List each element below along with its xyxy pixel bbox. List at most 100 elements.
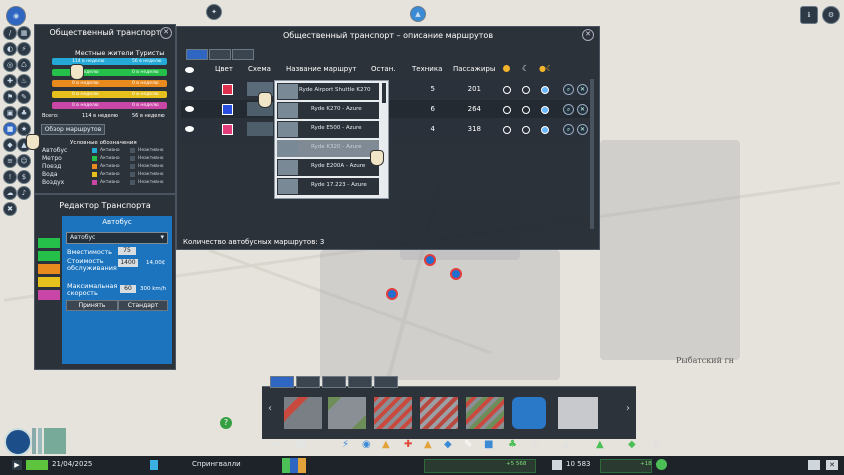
route-name-dropdown[interactable]: Ryde Airport Shuttle K270 Ryde K270 - Az…: [274, 80, 389, 199]
plaza-asset[interactable]: [558, 397, 598, 429]
info-icon[interactable]: ℹ: [800, 6, 818, 24]
editor-type-tab-train[interactable]: [38, 264, 60, 274]
road-asset[interactable]: [328, 397, 366, 429]
editor-type-tab-ship[interactable]: [38, 277, 60, 287]
water-tool-icon[interactable]: ◉: [362, 439, 371, 450]
tab-plane-lines[interactable]: [322, 376, 346, 388]
compass-icon[interactable]: ✦: [206, 4, 222, 20]
menu-icon[interactable]: ◉: [6, 6, 26, 26]
play-button[interactable]: ▶: [12, 460, 22, 470]
dropdown-item[interactable]: Ryde K270 - Azure: [277, 102, 379, 119]
close-icon[interactable]: ✕: [582, 29, 594, 41]
dropdown-scrollbar[interactable]: [382, 83, 386, 103]
traffic-icon[interactable]: ≡: [3, 154, 17, 168]
night-radio[interactable]: [541, 126, 549, 134]
dropdown-item[interactable]: Ryde E200A - Azure: [277, 159, 379, 176]
standard-button[interactable]: Стандарт: [118, 300, 168, 311]
eye-icon[interactable]: [185, 86, 194, 92]
delete-icon[interactable]: ✕: [577, 124, 588, 135]
road-tool-icon[interactable]: ⌁: [274, 439, 280, 450]
park-tool-icon[interactable]: ♣: [508, 439, 517, 450]
gear-icon[interactable]: ⚙: [822, 6, 840, 24]
road-asset[interactable]: [284, 397, 322, 429]
delete-icon[interactable]: ✕: [577, 104, 588, 115]
speed-field[interactable]: 60: [120, 285, 136, 293]
bus-stop-marker[interactable]: [424, 254, 436, 266]
dropdown-item[interactable]: Ryde E500 - Azure: [277, 121, 379, 138]
road-asset[interactable]: [466, 397, 504, 429]
tab-train-lines[interactable]: [296, 376, 320, 388]
bus-station-asset[interactable]: [512, 397, 546, 429]
bulldoze-icon[interactable]: ✖: [3, 202, 17, 216]
water-icon[interactable]: ◎: [3, 58, 17, 72]
road-asset[interactable]: [420, 397, 458, 429]
eye-icon[interactable]: [185, 67, 194, 73]
transport-tool-icon[interactable]: ■: [484, 439, 493, 450]
day-radio[interactable]: [522, 86, 530, 94]
vehicle-type-select[interactable]: Автобус ▾: [66, 232, 168, 244]
tab-bus[interactable]: [186, 49, 208, 60]
day-night-radio[interactable]: [503, 126, 511, 134]
help-icon[interactable]: ?: [220, 417, 232, 429]
tab-bus-lines[interactable]: [270, 376, 294, 388]
night-radio[interactable]: [541, 86, 549, 94]
route-color-swatch[interactable]: [222, 104, 233, 115]
editor-type-tab-metro[interactable]: [38, 251, 60, 261]
eraser-tool-icon[interactable]: ◆: [628, 439, 636, 450]
police-tool-icon[interactable]: ◆: [444, 439, 452, 450]
tab-train[interactable]: [209, 49, 231, 60]
tab-plane[interactable]: [232, 49, 254, 60]
search-icon[interactable]: ⌕: [563, 84, 574, 95]
health-tool-icon[interactable]: ✚: [404, 439, 412, 450]
unique-tool-icon[interactable]: ♛: [530, 439, 539, 450]
fire-icon[interactable]: ♨: [17, 74, 31, 88]
garbage-tool-icon[interactable]: ▲: [382, 439, 390, 450]
landscape-tool-icon[interactable]: ▲: [596, 439, 604, 450]
bus-stop-marker[interactable]: [386, 288, 398, 300]
cost-field[interactable]: 1400: [118, 259, 138, 267]
eye-icon[interactable]: [185, 106, 194, 112]
speed-bar[interactable]: [26, 460, 48, 470]
day-night-radio[interactable]: [503, 106, 511, 114]
chevron-left-icon[interactable]: ‹: [268, 403, 272, 414]
scrollbar[interactable]: [590, 79, 594, 229]
noise-icon[interactable]: ♪: [17, 186, 31, 200]
transport-icon[interactable]: ▣: [3, 106, 17, 120]
bus-stop-marker[interactable]: [450, 268, 462, 280]
monument-tool-icon[interactable]: ▲: [562, 439, 570, 450]
close-icon[interactable]: ✕: [826, 460, 838, 470]
tab-cargo-lines[interactable]: [374, 376, 398, 388]
close-icon[interactable]: ✕: [160, 27, 172, 39]
dropdown-item[interactable]: Ryde Airport Shuttle K270: [277, 83, 379, 100]
search-icon[interactable]: ⌕: [563, 124, 574, 135]
police-icon[interactable]: ⚑: [3, 90, 17, 104]
park-icon[interactable]: ♣: [17, 106, 31, 120]
electricity-tool-icon[interactable]: ⚡: [342, 439, 349, 450]
capacity-field[interactable]: 75: [118, 247, 136, 255]
road-icon[interactable]: /: [3, 26, 17, 40]
chevron-right-icon[interactable]: ›: [626, 403, 630, 414]
search-icon[interactable]: ⌕: [563, 104, 574, 115]
education-icon[interactable]: ✎: [17, 90, 31, 104]
bus-icon[interactable]: ■: [3, 122, 17, 136]
night-radio[interactable]: [541, 106, 549, 114]
district-icon[interactable]: ◐: [3, 42, 17, 56]
tab-ship-lines[interactable]: [348, 376, 372, 388]
wonders-icon[interactable]: ◆: [3, 138, 17, 152]
crime-icon[interactable]: !: [3, 170, 17, 184]
day-night-radio[interactable]: [503, 86, 511, 94]
bird-icon[interactable]: ▲: [410, 6, 426, 22]
editor-type-tab-bus[interactable]: [38, 238, 60, 248]
bulldoze-tool-icon[interactable]: ✖: [652, 439, 660, 450]
delete-icon[interactable]: ✕: [577, 84, 588, 95]
route-color-swatch[interactable]: [222, 124, 233, 135]
day-radio[interactable]: [522, 106, 530, 114]
zoning-tool-icon[interactable]: ▤: [296, 439, 305, 450]
routes-overview-button[interactable]: Обзор маршрутов: [41, 124, 105, 135]
camera-icon[interactable]: [808, 460, 820, 470]
accept-button[interactable]: Принять: [66, 300, 118, 311]
electricity-icon[interactable]: ⚡: [17, 42, 31, 56]
zoning-icon[interactable]: ▦: [17, 26, 31, 40]
health-icon[interactable]: ✚: [3, 74, 17, 88]
route-color-swatch[interactable]: [222, 84, 233, 95]
